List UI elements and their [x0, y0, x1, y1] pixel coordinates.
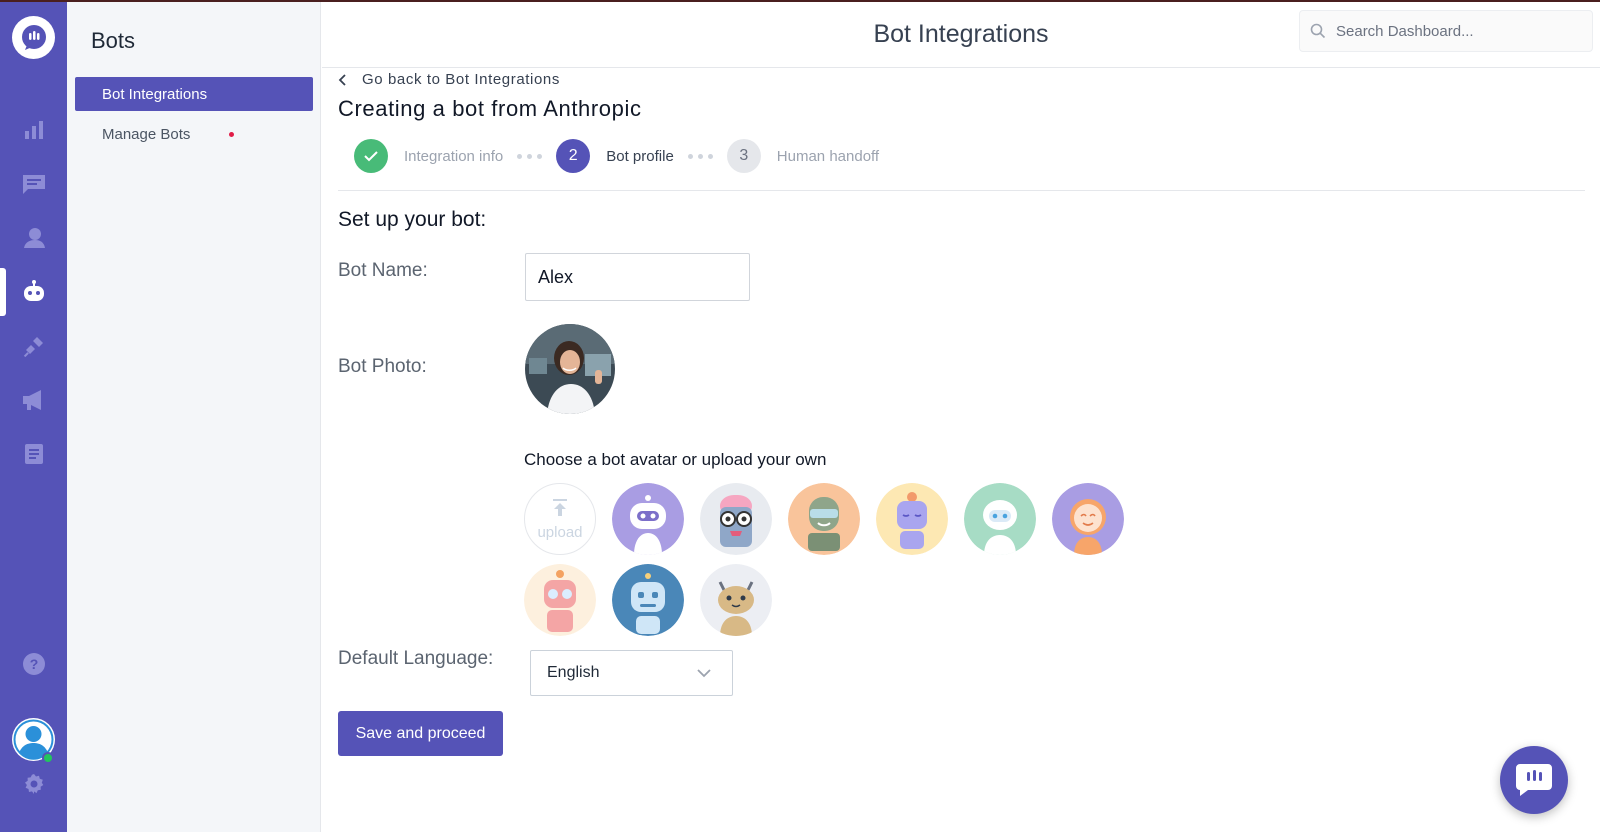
- search-box: [1299, 10, 1593, 52]
- upload-avatar-button[interactable]: upload: [524, 483, 596, 555]
- avatar-prompt: Choose a bot avatar or upload your own: [524, 450, 827, 469]
- step-3-upcoming: 3: [726, 139, 761, 173]
- step-connector: [517, 153, 543, 159]
- avatar-option-glasses-robot[interactable]: [700, 483, 772, 555]
- divider: [338, 190, 1585, 191]
- integrations-icon[interactable]: [0, 322, 67, 370]
- bots-sidebar: Bots Bot Integrations Manage Bots: [67, 2, 321, 832]
- search-icon: [1310, 23, 1326, 39]
- conversations-icon[interactable]: [0, 160, 67, 208]
- avatar-option-mint-robot[interactable]: [964, 483, 1036, 555]
- page-title: Creating a bot from Anthropic: [338, 96, 642, 121]
- search-input[interactable]: [1336, 22, 1586, 40]
- stepper: Integration info 2 Bot profile 3 Human h…: [354, 138, 879, 174]
- avatar-option-purple-robot[interactable]: [612, 483, 684, 555]
- step-2-label: Bot profile: [606, 147, 674, 165]
- help-icon[interactable]: ?: [0, 640, 67, 688]
- step-1-label: Integration info: [404, 147, 504, 165]
- avatar-option-pink-robot[interactable]: [524, 564, 596, 636]
- default-language-label: Default Language:: [338, 648, 494, 669]
- campaigns-icon[interactable]: [0, 376, 67, 424]
- bot-name-label: Bot Name:: [338, 260, 428, 281]
- bot-icon[interactable]: [0, 268, 67, 316]
- back-link[interactable]: Go back to Bot Integrations: [338, 71, 560, 88]
- icon-rail: ?: [0, 2, 67, 832]
- chat-launcher-button[interactable]: [1500, 746, 1568, 814]
- language-select[interactable]: English: [530, 650, 733, 696]
- back-link-label: Go back to Bot Integrations: [362, 71, 560, 88]
- avatar-option-blue-robot[interactable]: [612, 564, 684, 636]
- avatar-option-astronaut-robot[interactable]: [1052, 483, 1124, 555]
- upload-arrow-icon: [553, 498, 567, 516]
- avatar-option-yellow-robot[interactable]: [876, 483, 948, 555]
- step-3-label: Human handoff: [776, 147, 880, 165]
- chevron-down-icon: [697, 669, 711, 678]
- svg-text:?: ?: [29, 656, 38, 672]
- bot-photo-label: Bot Photo:: [338, 356, 427, 377]
- upload-label: upload: [537, 523, 583, 541]
- bot-photo-image: [525, 324, 615, 414]
- language-select-value: English: [547, 664, 600, 681]
- avatar-option-green-robot[interactable]: [788, 483, 860, 555]
- logo-chat-icon[interactable]: [12, 16, 55, 59]
- settings-icon[interactable]: [0, 760, 67, 808]
- notification-dot: [229, 132, 234, 137]
- step-connector: [687, 153, 713, 159]
- chat-icon: [1516, 764, 1552, 796]
- step-1-done: [354, 139, 388, 173]
- sidebar-item-bot-integrations[interactable]: Bot Integrations: [75, 77, 313, 111]
- check-icon: [364, 151, 378, 162]
- step-2-current: 2: [556, 139, 591, 173]
- section-title: Set up your bot:: [338, 208, 487, 231]
- reports-icon[interactable]: [0, 106, 67, 154]
- top-header: Bot Integrations: [322, 2, 1600, 68]
- save-and-proceed-button[interactable]: Save and proceed: [338, 711, 503, 756]
- sidebar-title: Bots: [91, 28, 136, 53]
- faq-icon[interactable]: [0, 430, 67, 478]
- sidebar-item-manage-bots[interactable]: Manage Bots: [75, 117, 313, 151]
- bot-name-input[interactable]: [525, 253, 750, 301]
- chevron-left-icon: [338, 73, 346, 86]
- sidebar-item-label: Bot Integrations: [102, 85, 208, 103]
- sidebar-item-label: Manage Bots: [102, 125, 191, 143]
- avatar-option-cat-robot[interactable]: [700, 564, 772, 636]
- contacts-icon[interactable]: [0, 214, 67, 262]
